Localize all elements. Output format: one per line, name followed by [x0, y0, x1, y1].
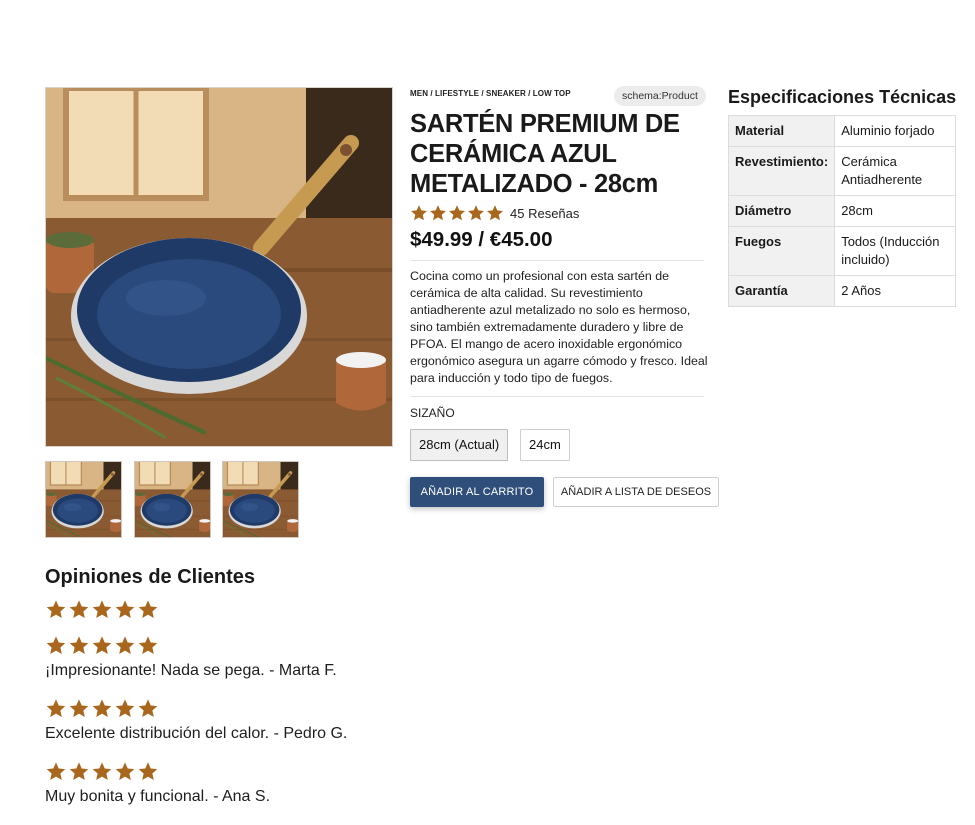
schema-badge: schema:Product	[614, 86, 706, 106]
breadcrumb[interactable]: MEN / LIFESTYLE / SNEAKER / LOW TOP	[410, 89, 571, 98]
specs-row: Fuegos Todos (Inducción incluido)	[727, 226, 956, 276]
specs-row: Garantía 2 Años	[727, 275, 956, 307]
review-text: Muy bonita y funcional. - Ana S.	[45, 788, 271, 805]
product-price: $49.99 / €45.00	[410, 228, 553, 251]
specs-table: Material Aluminio forjado Revestimiento:…	[727, 115, 956, 307]
spec-value: Aluminio forjado	[834, 115, 956, 147]
star-icon	[45, 698, 67, 719]
star-icon	[137, 635, 159, 656]
review-stars	[45, 761, 160, 782]
spec-key: Revestimiento:	[727, 146, 836, 196]
review-text: Excelente distribución del calor. - Pedr…	[45, 725, 348, 742]
star-icon	[91, 761, 113, 782]
star-icon	[114, 698, 136, 719]
review-stars	[45, 698, 160, 719]
star-icon	[137, 698, 159, 719]
size-option-28cm[interactable]: 28cm (Actual)	[410, 429, 509, 461]
add-to-cart-button[interactable]: AÑADIR AL CARRITO	[410, 477, 544, 507]
spec-value: Cerámica Antiadherente	[834, 146, 956, 196]
star-icon	[410, 204, 428, 222]
add-to-wishlist-button[interactable]: AÑADIR A LISTA DE DESEOS	[553, 477, 719, 507]
spec-key: Material	[727, 115, 836, 147]
rating-stars	[410, 204, 505, 222]
overall-rating-stars	[45, 599, 160, 620]
spec-value: 2 Años	[834, 275, 956, 307]
star-icon	[114, 599, 136, 620]
star-icon	[114, 635, 136, 656]
star-icon	[68, 635, 90, 656]
star-icon	[137, 599, 159, 620]
star-icon	[467, 204, 485, 222]
specs-row: Revestimiento: Cerámica Antiadherente	[727, 146, 956, 196]
reviews-title: Opiniones de Clientes	[45, 566, 256, 588]
star-icon	[91, 698, 113, 719]
specs-title: Especificaciones Técnicas	[728, 87, 957, 107]
size-label: SIZAÑO	[410, 406, 455, 420]
product-title: SARTÉN PREMIUM DE CERÁMICA AZUL METALIZA…	[410, 110, 680, 198]
product-main-image	[45, 87, 393, 447]
divider	[410, 260, 704, 261]
star-icon	[486, 204, 504, 222]
divider	[410, 396, 704, 397]
star-icon	[448, 204, 466, 222]
specs-row: Diámetro 28cm	[727, 195, 956, 227]
product-description: Cocina como un profesional con esta sart…	[410, 269, 708, 385]
star-icon	[45, 761, 67, 782]
spec-key: Diámetro	[727, 195, 836, 227]
reviews-count-link[interactable]: 45 Reseñas	[510, 206, 579, 221]
specs-row: Material Aluminio forjado	[727, 115, 956, 147]
star-icon	[68, 599, 90, 620]
star-icon	[137, 761, 159, 782]
size-option-24cm[interactable]: 24cm	[520, 429, 570, 461]
spec-key: Fuegos	[727, 226, 836, 276]
spec-value: Todos (Inducción incluido)	[834, 226, 956, 276]
star-icon	[114, 761, 136, 782]
product-rating: 45 Reseñas	[410, 203, 579, 223]
star-icon	[45, 599, 67, 620]
spec-key: Garantía	[727, 275, 836, 307]
star-icon	[91, 599, 113, 620]
star-icon	[45, 635, 67, 656]
review-stars	[45, 635, 160, 656]
star-icon	[68, 698, 90, 719]
spec-value: 28cm	[834, 195, 956, 227]
star-icon	[429, 204, 447, 222]
product-thumbnail[interactable]	[222, 461, 299, 538]
product-thumbnail[interactable]	[45, 461, 122, 538]
star-icon	[68, 761, 90, 782]
review-text: ¡Impresionante! Nada se pega. - Marta F.	[45, 662, 337, 679]
star-icon	[91, 635, 113, 656]
product-thumbnail[interactable]	[134, 461, 211, 538]
